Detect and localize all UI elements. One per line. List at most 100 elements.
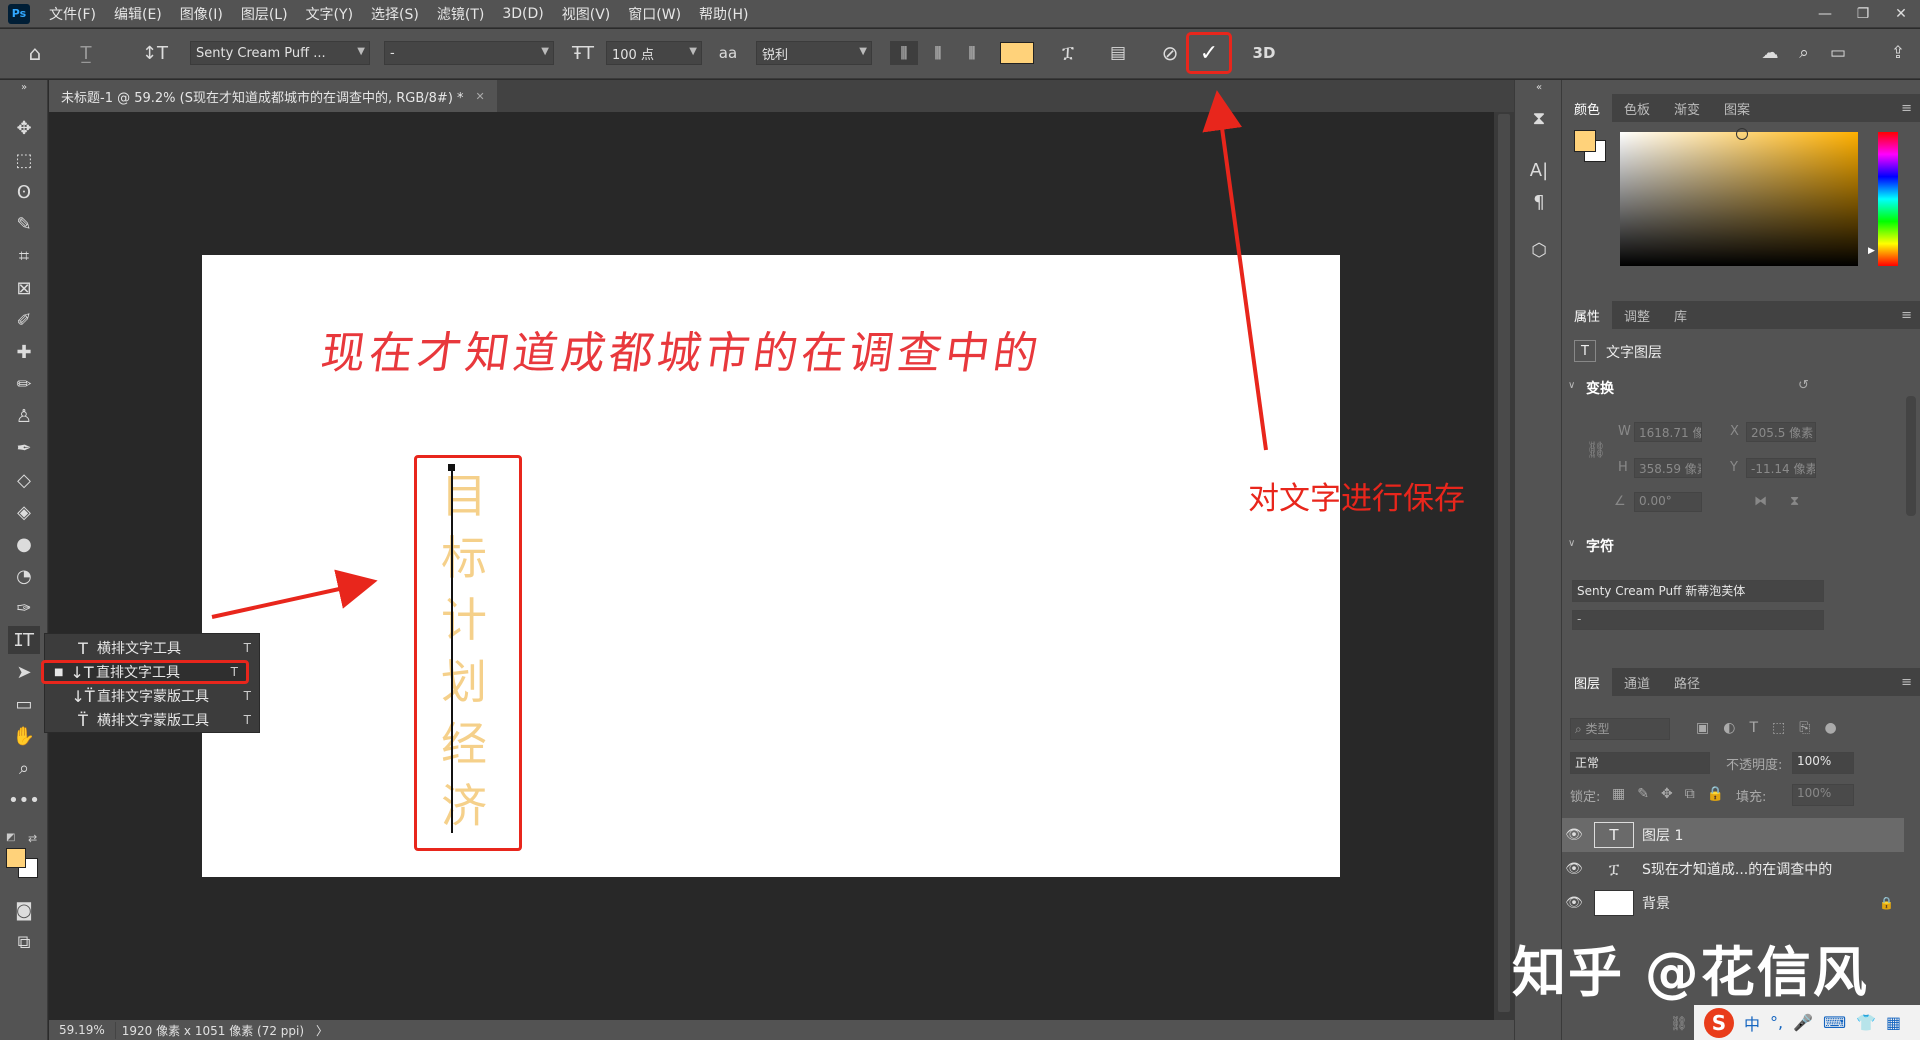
smart-object-filter-icon[interactable]: ⎘ xyxy=(1799,720,1810,736)
character-style-select[interactable]: - xyxy=(1572,610,1824,630)
default-colors-icon[interactable]: ◩ xyxy=(6,832,15,843)
menu-layer[interactable]: 图层(L) xyxy=(232,4,297,24)
type-filter-icon[interactable]: T xyxy=(1749,720,1758,736)
swap-colors-icon[interactable]: ⇄ xyxy=(28,832,37,845)
history-panel-icon[interactable]: ⧗ xyxy=(1523,104,1555,132)
menu-edit[interactable]: 编辑(E) xyxy=(105,4,171,24)
hue-slider-handle[interactable]: ▶ xyxy=(1868,246,1875,256)
lock-transparent-icon[interactable]: ▦ xyxy=(1612,786,1625,802)
rectangle-tool-icon[interactable]: ▭ xyxy=(8,690,40,718)
color-picker-ring[interactable] xyxy=(1736,128,1748,140)
3d-panel-icon[interactable]: ⬡ xyxy=(1523,236,1555,264)
align-bottom-icon[interactable]: ⫼ xyxy=(958,41,986,65)
flyout-item-horizontal-type-mask[interactable]: T̈ 横排文字蒙版工具 T xyxy=(45,708,259,732)
menu-select[interactable]: 选择(S) xyxy=(362,4,428,24)
foreground-color-swatch[interactable] xyxy=(6,848,26,868)
stamp-tool-icon[interactable]: ♙ xyxy=(8,402,40,430)
status-expand-icon[interactable]: 〉 xyxy=(310,1022,334,1039)
y-field[interactable]: -11.14 像素 xyxy=(1746,458,1816,478)
menu-help[interactable]: 帮助(H) xyxy=(690,4,757,24)
flyout-item-vertical-type[interactable]: ■ ↓T 直排文字工具 T xyxy=(41,660,249,684)
menu-type[interactable]: 文字(Y) xyxy=(297,4,362,24)
eyedropper-tool-icon[interactable]: ✐ xyxy=(8,306,40,334)
frame-tool-icon[interactable]: ⊠ xyxy=(8,274,40,302)
tab-color[interactable]: 颜色 xyxy=(1562,94,1613,122)
visibility-eye-icon[interactable]: 👁 xyxy=(1562,861,1586,877)
pixel-filter-icon[interactable]: ▣ xyxy=(1696,720,1709,736)
visibility-eye-icon[interactable]: 👁 xyxy=(1562,827,1586,843)
toolbox-icon[interactable]: ▦ xyxy=(1886,1013,1901,1032)
tab-gradients[interactable]: 渐变 xyxy=(1662,94,1712,122)
crop-tool-icon[interactable]: ⌗ xyxy=(8,242,40,270)
ime-chinese-mode[interactable]: 中 xyxy=(1744,1011,1760,1035)
warp-text-icon[interactable]: ፗ xyxy=(1054,41,1082,65)
cloud-icon[interactable]: ☁ xyxy=(1756,41,1784,65)
tab-layers[interactable]: 图层 xyxy=(1562,668,1613,696)
font-size-select[interactable]: 100 点 ▼ xyxy=(606,41,702,65)
character-font-select[interactable]: Senty Cream Puff 新蒂泡芙体 xyxy=(1572,580,1824,602)
text-color-swatch[interactable] xyxy=(1000,42,1034,64)
chevron-down-icon[interactable]: ∨ xyxy=(1568,538,1575,549)
type-tool-icon[interactable]: ⵊT xyxy=(8,626,40,654)
document-tab[interactable]: 未标题-1 @ 59.2% (S现在才知道成都城市的在调查中的, RGB/8#)… xyxy=(49,80,497,112)
panel-menu-icon[interactable]: ≡ xyxy=(1901,308,1912,323)
fg-color-chip[interactable] xyxy=(1574,130,1596,152)
x-field[interactable]: 205.5 像素 xyxy=(1746,422,1816,442)
lasso-tool-icon[interactable]: ʘ xyxy=(8,178,40,206)
font-style-select[interactable]: - ▼ xyxy=(384,41,554,65)
character-panel-icon[interactable]: ▤ xyxy=(1104,41,1132,65)
panel-menu-icon[interactable]: ≡ xyxy=(1901,101,1912,116)
commit-checkmark-icon[interactable]: ✓ xyxy=(1186,32,1232,74)
tab-swatches[interactable]: 色板 xyxy=(1612,94,1662,122)
layer-row-background[interactable]: 👁 背景 🔒 xyxy=(1562,886,1904,920)
quick-select-tool-icon[interactable]: ✎ xyxy=(8,210,40,238)
antialias-select[interactable]: 锐利 ▼ xyxy=(756,41,872,65)
panel-menu-icon[interactable]: ≡ xyxy=(1901,675,1912,690)
lock-position-icon[interactable]: ✥ xyxy=(1661,786,1673,802)
tab-channels[interactable]: 通道 xyxy=(1612,668,1662,696)
tool-preset-icon[interactable]: T̲ xyxy=(66,41,106,65)
dodge-tool-icon[interactable]: ◔ xyxy=(8,562,40,590)
3d-button[interactable]: 3D xyxy=(1248,41,1280,65)
properties-scrollbar[interactable] xyxy=(1906,396,1916,516)
tab-libraries[interactable]: 库 xyxy=(1662,301,1699,329)
search-icon[interactable]: ⌕ xyxy=(1790,41,1818,65)
move-tool-icon[interactable]: ✥ xyxy=(8,114,40,142)
vertical-text-layer[interactable]: 目 标 计 划 经 济 xyxy=(428,465,500,837)
lock-pixels-icon[interactable]: ✎ xyxy=(1637,786,1649,802)
share-icon[interactable]: ⇪ xyxy=(1884,41,1912,65)
close-button[interactable]: ✕ xyxy=(1882,0,1920,28)
cancel-icon[interactable]: ⊘ xyxy=(1156,41,1184,65)
path-select-icon[interactable]: ➤ xyxy=(8,658,40,686)
zoom-level[interactable]: 59.19% xyxy=(49,1023,115,1037)
flip-vertical-icon[interactable]: ⧗ xyxy=(1790,494,1799,509)
align-top-icon[interactable]: ⫼ xyxy=(890,41,918,65)
eraser-tool-icon[interactable]: ◇ xyxy=(8,466,40,494)
tab-properties[interactable]: 属性 xyxy=(1562,301,1613,329)
screen-mode-icon[interactable]: ⧉ xyxy=(8,928,40,956)
paint-bucket-icon[interactable]: ◈ xyxy=(8,498,40,526)
workspace-icon[interactable]: ▭ xyxy=(1824,41,1852,65)
sogou-logo[interactable]: S xyxy=(1704,1007,1734,1038)
layer-filter-select[interactable]: ⌕ 类型 xyxy=(1570,718,1670,740)
horizontal-text-layer[interactable]: 现在才知道成都城市的在调查中的 xyxy=(318,317,1047,381)
paragraph-panel-icon[interactable]: ¶ xyxy=(1523,188,1555,216)
tab-patterns[interactable]: 图案 xyxy=(1712,94,1762,122)
microphone-icon[interactable]: 🎤 xyxy=(1793,1013,1813,1032)
scrollbar-thumb[interactable] xyxy=(1498,114,1510,1012)
chevron-down-icon[interactable]: ∨ xyxy=(1568,380,1575,391)
height-field[interactable]: 358.59 像素 xyxy=(1634,458,1702,478)
blur-tool-icon[interactable]: ● xyxy=(8,530,40,558)
collapse-icon[interactable]: » xyxy=(8,80,40,94)
flyout-item-horizontal-type[interactable]: T 横排文字工具 T xyxy=(45,636,259,660)
healing-brush-icon[interactable]: ✚ xyxy=(8,338,40,366)
blend-mode-select[interactable]: 正常 xyxy=(1570,752,1710,774)
flyout-item-vertical-type-mask[interactable]: ↓T̈ 直排文字蒙版工具 T xyxy=(45,684,259,708)
color-field[interactable] xyxy=(1620,132,1858,266)
zoom-tool-icon[interactable]: ⌕ xyxy=(8,754,40,782)
shape-filter-icon[interactable]: ⬚ xyxy=(1772,720,1785,736)
angle-field[interactable]: 0.00° xyxy=(1634,492,1702,512)
pen-tool-icon[interactable]: ✑ xyxy=(8,594,40,622)
brush-tool-icon[interactable]: ✏ xyxy=(8,370,40,398)
lock-all-icon[interactable]: 🔒 xyxy=(1707,786,1724,802)
